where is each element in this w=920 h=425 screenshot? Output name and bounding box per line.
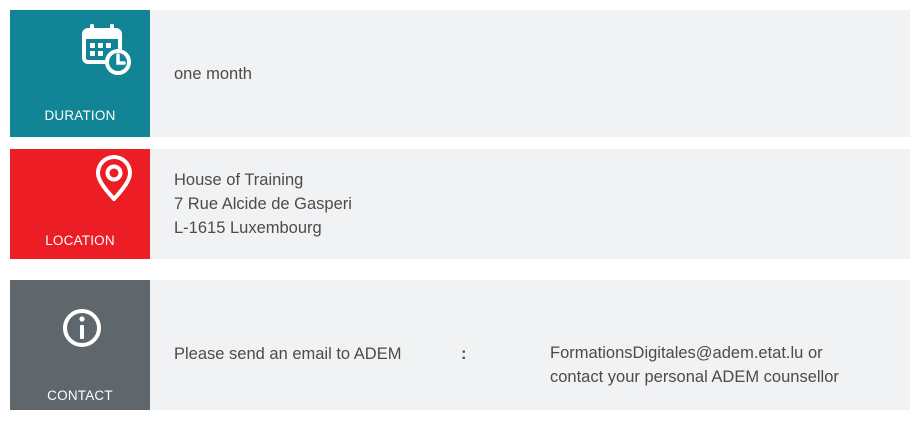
contact-label: CONTACT xyxy=(47,388,113,403)
location-row: LOCATION House of Training 7 Rue Alcide … xyxy=(10,149,910,259)
contact-email-line: FormationsDigitales@adem.etat.lu or xyxy=(550,344,823,362)
contact-tile: CONTACT xyxy=(10,280,150,410)
map-pin-icon xyxy=(96,155,132,201)
contact-separator: : xyxy=(461,345,467,363)
duration-tile: DURATION xyxy=(10,10,150,137)
contact-detail: FormationsDigitales@adem.etat.lu or cont… xyxy=(550,341,839,389)
contact-counsellor-line: contact your personal ADEM counsellor xyxy=(550,368,839,386)
contact-instruction: Please send an email to ADEM xyxy=(174,345,402,363)
info-icon xyxy=(63,309,101,347)
address-line-city: L-1615 Luxembourg xyxy=(174,219,322,237)
address-line-venue: House of Training xyxy=(174,171,304,189)
duration-value: one month xyxy=(174,65,252,83)
location-address: House of Training 7 Rue Alcide de Gasper… xyxy=(174,168,352,240)
contact-row: CONTACT Please send an email to ADEM : F… xyxy=(10,280,910,410)
address-line-street: 7 Rue Alcide de Gasperi xyxy=(174,195,352,213)
location-label: LOCATION xyxy=(45,233,115,248)
duration-label: DURATION xyxy=(44,108,116,123)
calendar-clock-icon xyxy=(82,24,131,75)
duration-row: DURATION one month xyxy=(10,10,910,137)
location-tile: LOCATION xyxy=(10,149,150,259)
